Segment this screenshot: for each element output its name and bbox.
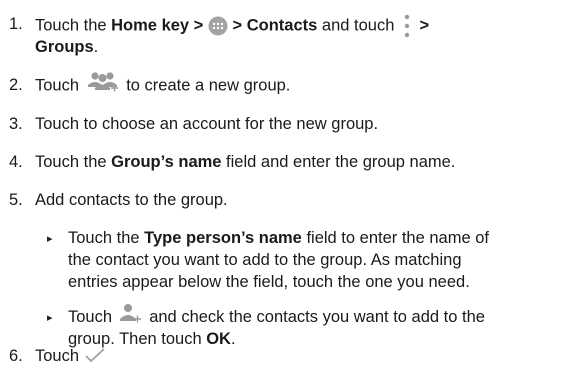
checkmark-icon [84,347,106,363]
step-1-text-cont: Groups. [35,38,99,56]
sub-item-1-line-2: the contact you want to add to the group… [68,251,462,269]
step-number: 1. [9,15,23,33]
apps-icon [208,16,228,36]
step-4-text: Touch the Group’s name field and enter t… [35,153,456,171]
menu-dots-icon [403,14,411,38]
step-3-text: Touch to choose an account for the new g… [35,115,379,133]
step-1-text: Touch the Home key > > Contacts and touc… [35,14,429,38]
add-contact-icon [119,303,143,323]
sub-item-1-line-1: Touch the Type person’s name field to en… [68,229,489,247]
step-5: 5. [9,191,23,209]
sub-item-2-line-1: Touch and check the contacts you want to… [68,303,485,328]
step-4: 4. [9,153,23,171]
step-1: 1. [9,14,23,34]
bullet-icon: ▸ [47,233,53,245]
step-3: 3. [9,115,23,133]
step-6: 6. [9,347,23,365]
step-2: 2. [9,76,23,94]
sub-item-1-line-3: entries appear below the field, touch th… [68,273,470,291]
new-group-icon [86,70,120,92]
bullet-icon: ▸ [47,312,53,324]
step-5-text: Add contacts to the group. [35,191,228,209]
step-6-text: Touch [35,346,106,366]
step-2-text: Touch to create a new group. [35,72,290,97]
